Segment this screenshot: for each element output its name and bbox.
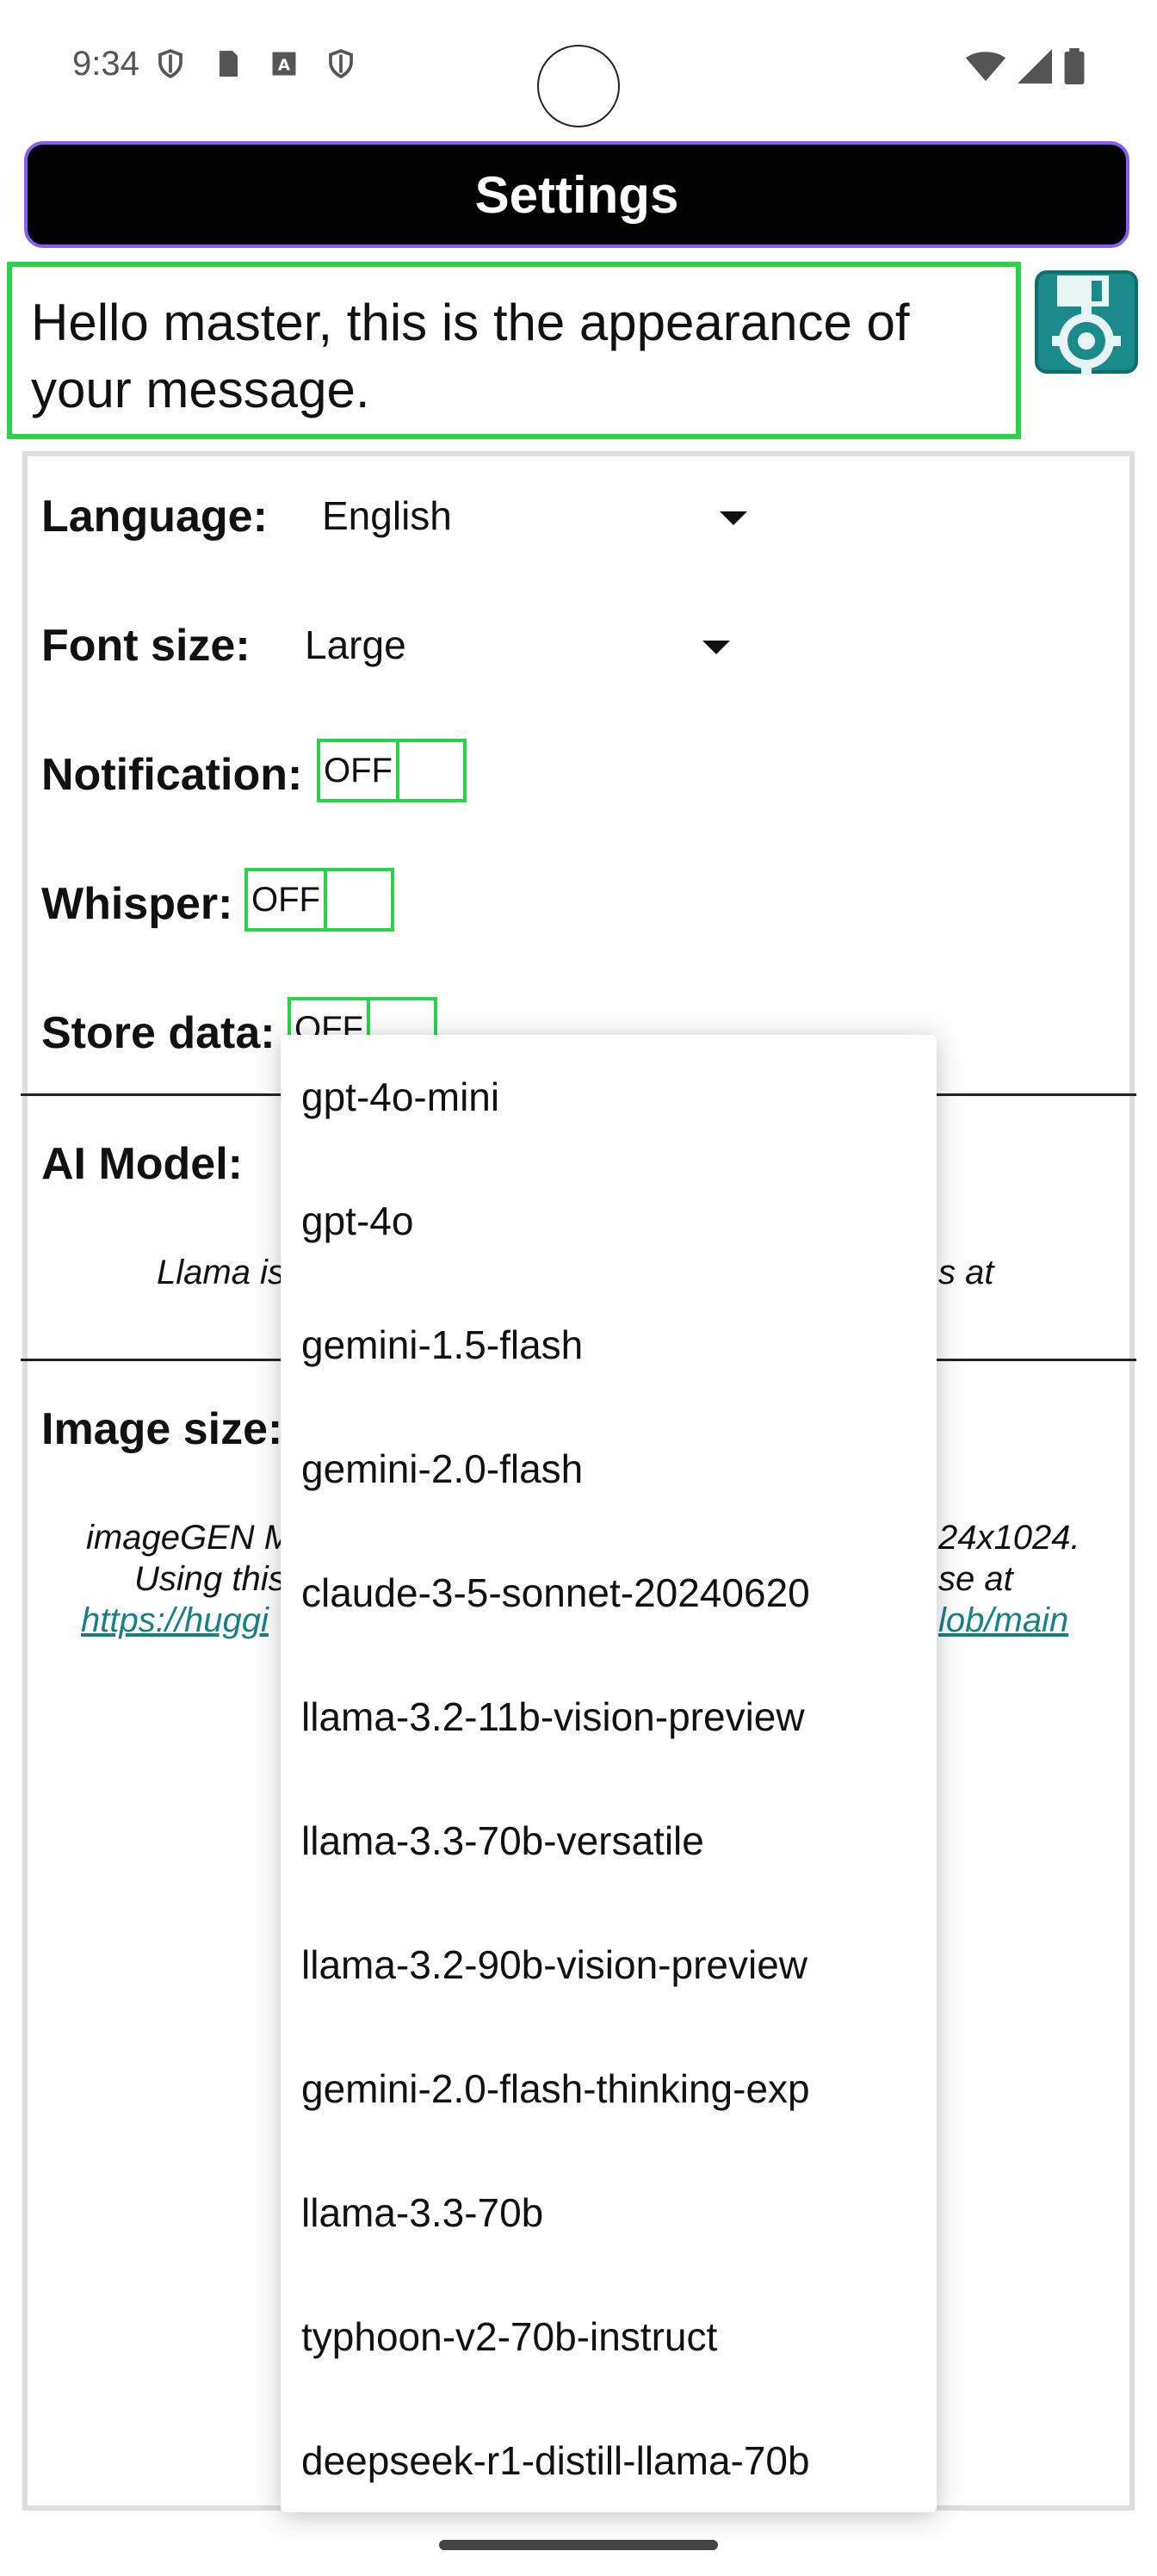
signal-icon (1018, 49, 1052, 84)
dropdown-option[interactable]: gemini-2.0-flash (281, 1407, 937, 1531)
whisper-state: OFF (248, 871, 327, 928)
battery-icon (1064, 48, 1085, 84)
font-size-value: Large (305, 622, 406, 667)
ai-model-note-end: s at (938, 1254, 994, 1291)
message-preview: Hello master, this is the appearance of … (7, 262, 1021, 439)
huggingface-link-end[interactable]: lob/main (938, 1601, 1068, 1640)
save-settings-icon[interactable] (1033, 269, 1140, 375)
ai-model-note: Llama is (157, 1254, 285, 1291)
dropdown-option[interactable]: gemini-1.5-flash (281, 1283, 937, 1407)
dropdown-option[interactable]: llama-3.2-90b-vision-preview (281, 1903, 937, 2027)
image-note-line1: imageGEN M (86, 1519, 294, 1557)
dropdown-option[interactable]: gemini-2.0-flash-thinking-exp (281, 2027, 937, 2151)
image-size-label: Image size: (41, 1404, 283, 1454)
dropdown-option[interactable]: deepseek-r1-distill-llama-70b (281, 2399, 937, 2523)
title-bar: Settings (24, 141, 1129, 248)
status-time: 9:34 (72, 45, 139, 83)
notification-state: OFF (320, 742, 399, 799)
dropdown-option[interactable]: llama-3.2-11b-vision-preview (281, 1655, 937, 1779)
status-right-icons (966, 48, 1085, 84)
whisper-toggle[interactable]: OFF (244, 868, 394, 932)
wifi-icon (966, 52, 1005, 82)
text-format-icon: A (272, 52, 296, 76)
image-note-line2: Using this (134, 1560, 286, 1598)
font-size-label: Font size: (41, 621, 251, 671)
status-bar: 9:34 A (0, 0, 1157, 129)
shield-icon (329, 48, 353, 79)
huggingface-link[interactable]: https://huggi (81, 1601, 269, 1640)
notification-toggle[interactable]: OFF (317, 739, 467, 802)
dropdown-option[interactable]: gpt-4o (281, 1159, 937, 1283)
chevron-down-icon (702, 641, 730, 654)
chevron-down-icon (720, 511, 747, 525)
page-title: Settings (474, 165, 679, 224)
language-label: Language: (41, 492, 268, 542)
notification-label: Notification: (41, 750, 303, 800)
image-note-line2-end: se at (938, 1560, 1013, 1598)
language-value: English (322, 493, 452, 538)
shield-icon (158, 48, 183, 79)
language-select[interactable]: English (303, 482, 768, 551)
ai-model-label: AI Model: (41, 1139, 243, 1189)
image-note-line1-end: 24x1024. (938, 1519, 1080, 1557)
dropdown-option[interactable]: typhoon-v2-70b-instruct (281, 2275, 937, 2399)
ai-model-dropdown-menu: gpt-4o-mini gpt-4o gemini-1.5-flash gemi… (281, 1035, 937, 2512)
svg-text:A: A (278, 57, 290, 75)
gesture-nav-bar[interactable] (439, 2540, 718, 2550)
store-data-label: Store data: (41, 1008, 275, 1058)
font-size-select[interactable]: Large (288, 611, 752, 680)
dropdown-option[interactable]: llama-3.3-70b (281, 2151, 937, 2275)
sd-card-icon (220, 51, 238, 77)
whisper-label: Whisper: (41, 879, 233, 929)
dropdown-option[interactable]: claude-3-5-sonnet-20240620 (281, 1531, 937, 1655)
dropdown-option[interactable]: gpt-4o-mini (281, 1035, 937, 1159)
dropdown-option[interactable]: llama-3.3-70b-versatile (281, 1779, 937, 1903)
camera-cutout (537, 45, 620, 127)
